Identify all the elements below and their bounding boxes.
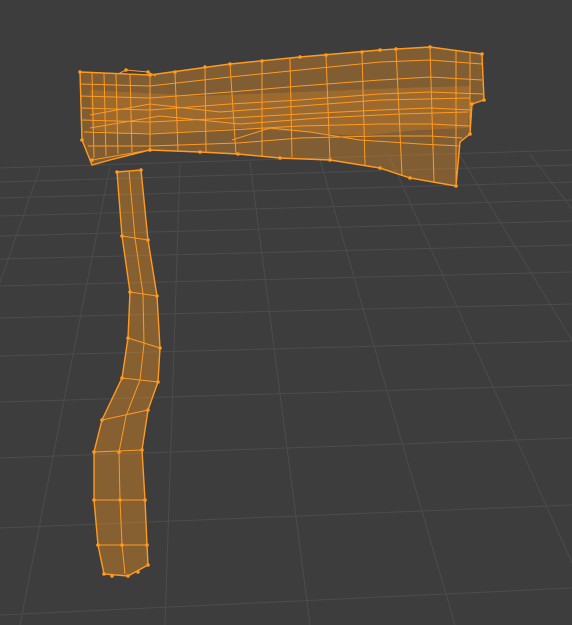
viewport-canvas[interactable] xyxy=(0,0,572,625)
3d-viewport[interactable] xyxy=(0,0,572,625)
